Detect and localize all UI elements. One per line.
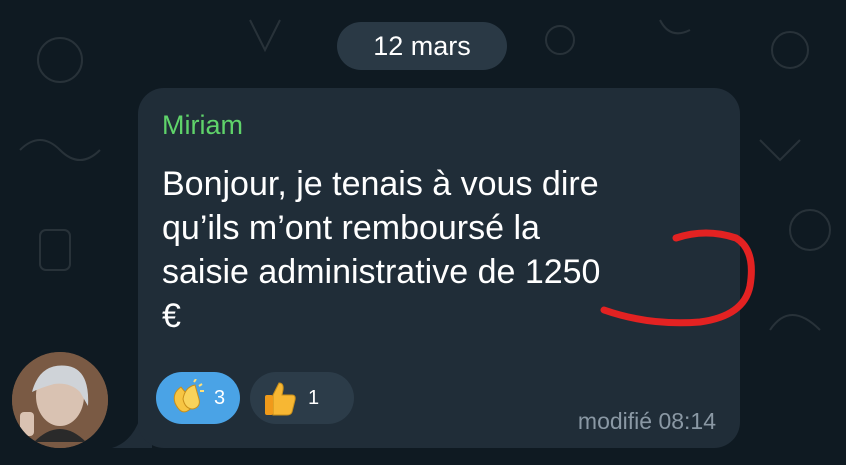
clapping-hands-icon: [166, 378, 206, 418]
reaction-clap-button[interactable]: 3: [156, 372, 240, 424]
reaction-count: 3: [214, 386, 226, 409]
reactions-bar: 3 1: [156, 372, 354, 424]
message-bubble[interactable]: Miriam Bonjour, je tenais à vous dire qu…: [138, 88, 740, 448]
sender-avatar[interactable]: [12, 352, 108, 448]
date-separator: 12 mars: [337, 22, 507, 70]
message-text: Bonjour, je tenais à vous dire qu’ils m’…: [162, 165, 601, 335]
thumbs-up-icon: [260, 378, 300, 418]
edited-timestamp: modifié 08:14: [577, 408, 716, 434]
sender-name[interactable]: Miriam: [162, 110, 243, 141]
reaction-count: 1: [308, 386, 320, 409]
reaction-thumbs-up-button[interactable]: 1: [250, 372, 354, 424]
